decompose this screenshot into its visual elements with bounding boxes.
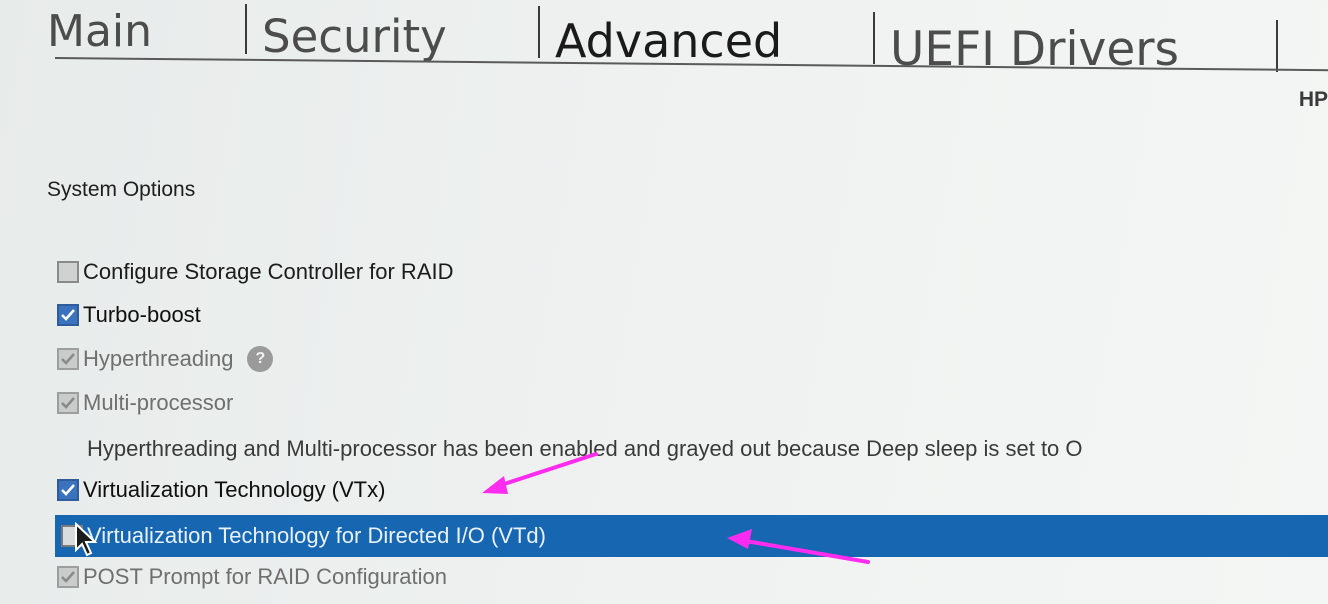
checkbox-checked[interactable] (57, 479, 79, 501)
magenta-arrow-icon (482, 452, 598, 494)
hp-brand-label: HP (1298, 88, 1328, 111)
tab-advanced[interactable]: Advanced (555, 18, 782, 64)
section-title: System Options (47, 178, 196, 201)
question-circle-icon[interactable]: ? (247, 346, 274, 372)
option-configure-raid[interactable]: Configure Storage Controller for RAID (57, 257, 454, 287)
tab-separator (1276, 20, 1278, 72)
checkmark-icon (61, 484, 75, 496)
option-post-raid-prompt: POST Prompt for RAID Configuration (57, 562, 447, 592)
option-label: POST Prompt for RAID Configuration (83, 564, 447, 589)
option-hyperthreading: Hyperthreading ? (57, 344, 274, 374)
option-vtx[interactable]: Virtualization Technology (VTx) (57, 475, 385, 505)
option-multi-processor: Multi-processor (57, 388, 233, 418)
checkbox-checked-disabled (57, 348, 79, 370)
tab-separator (873, 12, 875, 64)
checkmark-icon (61, 397, 75, 409)
option-label: Virtualization Technology (VTx) (83, 477, 386, 502)
option-label: Multi-processor (83, 390, 234, 415)
checkmark-icon (61, 571, 75, 583)
option-label: Hyperthreading (83, 346, 234, 371)
option-label: Turbo-boost (83, 302, 201, 327)
tab-security[interactable]: Security (262, 14, 447, 59)
mouse-pointer-icon (75, 522, 98, 557)
option-label: Virtualization Technology for Directed I… (87, 523, 546, 548)
checkbox-unchecked[interactable] (57, 261, 79, 283)
checkbox-checked[interactable] (57, 304, 79, 326)
checkbox-checked-disabled (57, 566, 79, 588)
magenta-arrow-icon (727, 529, 870, 564)
option-label: Configure Storage Controller for RAID (83, 259, 454, 284)
option-vtd-selected[interactable]: Virtualization Technology for Directed I… (55, 515, 1328, 557)
tab-separator (245, 4, 247, 54)
tab-separator (538, 6, 540, 58)
checkmark-icon (61, 309, 75, 321)
checkbox-checked-disabled (57, 392, 79, 414)
option-turbo-boost[interactable]: Turbo-boost (57, 300, 201, 330)
checkmark-icon (61, 353, 75, 365)
tab-main[interactable]: Main (47, 10, 152, 54)
